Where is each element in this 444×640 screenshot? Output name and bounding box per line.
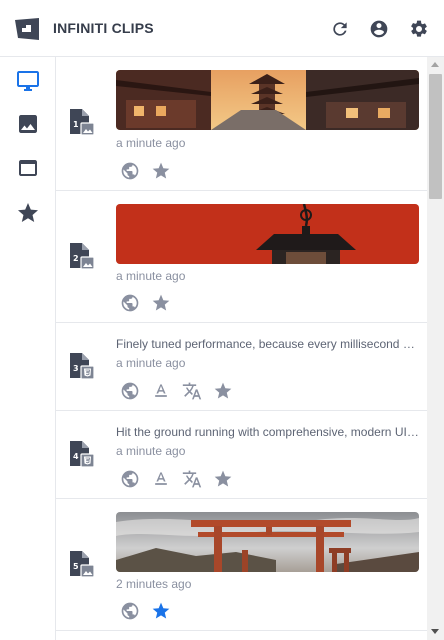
clip-timestamp: a minute ago [116,356,186,370]
clip-number: 4 [73,452,79,461]
globe-icon[interactable] [120,601,140,621]
list-item[interactable]: 3 Finely tuned performance, because ever… [56,323,427,411]
clip-number: 2 [73,254,79,263]
clip-number: 3 [73,364,79,373]
text-format-icon[interactable] [151,469,171,489]
image-file-icon: 1 [67,107,97,137]
star-icon [18,203,38,222]
globe-icon[interactable] [120,161,140,181]
window-icon [19,160,37,176]
clip-thumbnail[interactable] [116,512,419,572]
star-icon[interactable] [151,161,171,181]
app-title: INFINITI CLIPS [53,20,154,36]
clip-number: 5 [73,562,79,571]
app-logo-icon [14,17,40,41]
star-icon[interactable] [213,381,233,401]
clip-number: 1 [73,120,79,129]
clip-timestamp: a minute ago [116,269,186,283]
star-icon[interactable] [151,601,171,621]
translate-icon[interactable] [182,469,202,489]
list-item[interactable]: 2 a minute ago [56,191,427,323]
html-file-icon: 4 [67,439,97,469]
image-file-icon: 5 [67,549,97,579]
clip-timestamp: 2 minutes ago [116,577,192,591]
sidebar-item-desktop[interactable] [16,69,40,93]
globe-icon[interactable] [120,293,140,313]
sidebar-item-windows[interactable] [16,156,40,180]
star-icon[interactable] [213,469,233,489]
app-header: INFINITI CLIPS [0,0,444,57]
sidebar-item-images[interactable] [16,112,40,136]
clip-timestamp: a minute ago [116,136,186,150]
settings-icon[interactable] [409,19,429,39]
sidebar [0,57,56,640]
sidebar-item-starred[interactable] [16,201,40,225]
clip-text: Hit the ground running with comprehensiv… [116,425,419,439]
globe-icon[interactable] [120,381,140,401]
clip-thumbnail[interactable] [116,204,419,264]
list-item[interactable]: 5 2 minutes ago [56,499,427,631]
scroll-thumb[interactable] [429,74,442,199]
account-icon[interactable] [369,19,389,39]
globe-icon[interactable] [120,469,140,489]
desktop-icon [17,71,39,91]
scroll-down-arrow-icon[interactable] [431,629,439,634]
star-icon[interactable] [151,293,171,313]
clip-thumbnail[interactable] [116,70,419,130]
clip-timestamp: a minute ago [116,444,186,458]
clip-text: Finely tuned performance, because every … [116,337,419,351]
list-item[interactable]: 4 Hit the ground running with comprehens… [56,411,427,499]
html-file-icon: 3 [67,351,97,381]
clip-list: 1 a minute ago 2 a minute ago 3 Finely t… [56,57,427,640]
scrollbar[interactable] [427,57,444,640]
image-file-icon: 2 [67,241,97,271]
text-format-icon[interactable] [151,381,171,401]
image-icon [19,115,37,133]
translate-icon[interactable] [182,381,202,401]
refresh-icon[interactable] [330,19,350,39]
scroll-up-arrow-icon[interactable] [431,62,439,67]
list-item[interactable]: 1 a minute ago [56,57,427,191]
